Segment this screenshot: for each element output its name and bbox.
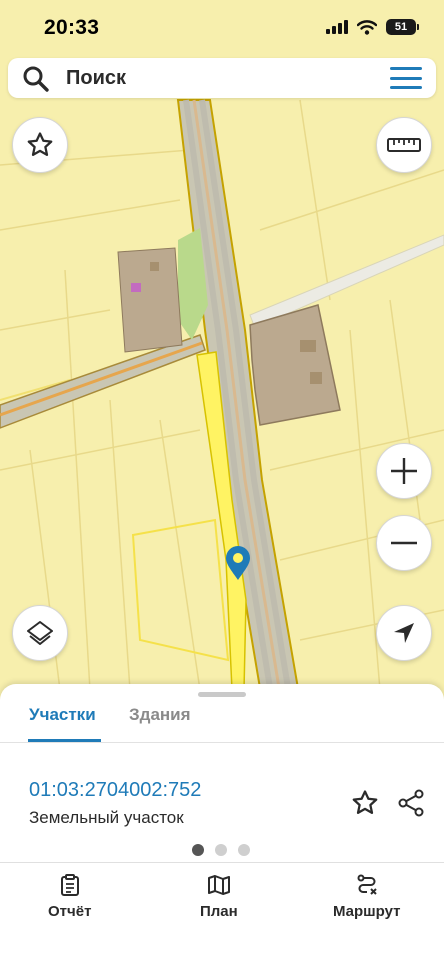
share-icon[interactable] [396, 788, 426, 818]
star-icon[interactable] [350, 788, 380, 818]
nav-item-route[interactable]: Маршрут [333, 873, 401, 920]
ruler-button[interactable] [376, 117, 432, 173]
tab-divider [0, 742, 444, 743]
tab-buildings[interactable]: Здания [129, 705, 191, 725]
nav-label-route: Маршрут [333, 903, 401, 920]
map-icon [207, 875, 230, 895]
status-icons: 51 [326, 19, 419, 35]
pager-dots [192, 844, 250, 856]
navigation-arrow-icon [394, 623, 414, 643]
layers-button[interactable] [12, 605, 68, 661]
search-bar[interactable]: Поиск [8, 58, 436, 98]
battery-level: 51 [394, 21, 408, 33]
favorites-button[interactable] [12, 117, 68, 173]
bottom-nav: Отчёт План Маршрут [0, 862, 444, 960]
menu-icon[interactable] [390, 67, 422, 89]
report-icon [60, 874, 79, 896]
my-location-button[interactable] [376, 605, 432, 661]
layers-icon [27, 621, 53, 645]
battery-icon: 51 [386, 19, 419, 35]
nav-item-report[interactable]: Отчёт [48, 873, 91, 920]
parcel-number-link[interactable]: 01:03:2704002:752 [29, 779, 201, 802]
search-icon [23, 66, 49, 92]
tab-parcels[interactable]: Участки [29, 705, 96, 725]
star-icon [27, 132, 53, 156]
ruler-icon [387, 138, 421, 152]
signal-icon [326, 20, 348, 34]
minus-icon [391, 541, 417, 545]
search-placeholder: Поиск [66, 67, 127, 89]
nav-label-report: Отчёт [48, 903, 92, 920]
pager-dot [238, 844, 250, 856]
nav-label-plan: План [200, 903, 238, 920]
zoom-in-button[interactable] [376, 443, 432, 499]
map-canvas[interactable] [0, 0, 444, 700]
status-time: 20:33 [44, 16, 100, 39]
pager-dot [215, 844, 227, 856]
status-bar: 20:33 51 [0, 0, 444, 58]
parcel-sheet[interactable]: Участки Здания 01:03:2704002:752 Земельн… [0, 684, 444, 864]
route-icon [357, 874, 377, 895]
map-view[interactable] [0, 0, 444, 700]
pager-dot-active [192, 844, 204, 856]
parcel-type: Земельный участок [29, 808, 184, 827]
plus-icon [391, 458, 417, 484]
nav-item-plan[interactable]: План [200, 873, 238, 920]
zoom-out-button[interactable] [376, 515, 432, 571]
sheet-handle[interactable] [198, 692, 246, 697]
wifi-icon [357, 19, 377, 35]
